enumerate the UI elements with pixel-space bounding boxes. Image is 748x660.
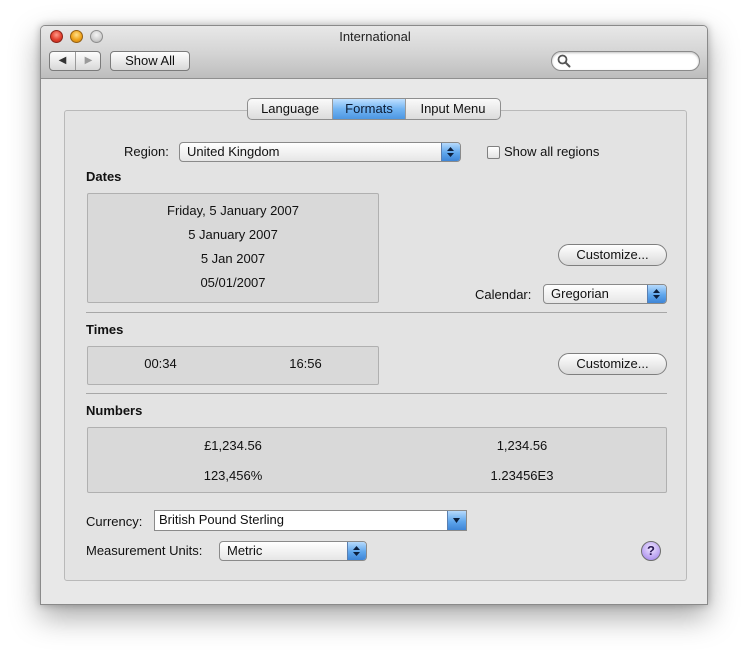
times-heading: Times bbox=[86, 322, 124, 337]
calendar-label: Calendar: bbox=[475, 287, 532, 302]
popup-arrows-icon bbox=[441, 143, 460, 161]
forward-button[interactable]: ▶ bbox=[76, 52, 101, 70]
forward-arrow-icon: ▶ bbox=[84, 55, 93, 66]
date-sample-full: Friday, 5 January 2007 bbox=[167, 203, 299, 218]
divider bbox=[86, 312, 667, 313]
calendar-popup[interactable]: Gregorian bbox=[543, 284, 667, 304]
dates-sample-box: Friday, 5 January 2007 5 January 2007 5 … bbox=[87, 193, 379, 303]
search-field[interactable] bbox=[551, 51, 700, 71]
number-sample-decimal: 1,234.56 bbox=[496, 438, 548, 453]
preferences-window: International ◀ ▶ Show All Language Form… bbox=[40, 25, 708, 605]
number-sample-percent: 123,456% bbox=[203, 468, 263, 483]
back-forward-control: ◀ ▶ bbox=[49, 51, 101, 71]
calendar-value: Gregorian bbox=[551, 286, 609, 301]
region-label: Region: bbox=[124, 144, 169, 159]
window-title: International bbox=[339, 29, 411, 44]
number-sample-scientific: 1.23456E3 bbox=[490, 468, 554, 483]
date-sample-long: 5 January 2007 bbox=[188, 227, 278, 242]
times-customize-button[interactable]: Customize... bbox=[558, 353, 667, 375]
tab-formats[interactable]: Formats bbox=[332, 99, 405, 119]
times-sample-box: 00:34 16:56 bbox=[87, 346, 379, 385]
divider bbox=[86, 393, 667, 394]
number-sample-currency: £1,234.56 bbox=[204, 438, 262, 453]
tab-language[interactable]: Language bbox=[248, 99, 332, 119]
date-sample-short: 05/01/2007 bbox=[200, 275, 266, 290]
help-button[interactable]: ? bbox=[641, 541, 661, 561]
measurement-units-value: Metric bbox=[227, 543, 263, 558]
numbers-sample-box: £1,234.56 1,234.56 123,456% 1.23456E3 bbox=[87, 427, 667, 493]
measurement-units-popup[interactable]: Metric bbox=[219, 541, 367, 561]
back-arrow-icon: ◀ bbox=[58, 55, 67, 66]
search-icon bbox=[557, 54, 571, 68]
tab-bar: Language Formats Input Menu bbox=[247, 98, 501, 120]
region-popup[interactable]: United Kingdom bbox=[179, 142, 461, 162]
currency-label: Currency: bbox=[86, 514, 143, 529]
popup-arrows-icon bbox=[347, 542, 366, 560]
combo-arrow-icon[interactable] bbox=[447, 511, 466, 530]
tab-input-menu[interactable]: Input Menu bbox=[405, 99, 500, 119]
measurement-units-label: Measurement Units: bbox=[86, 543, 203, 558]
currency-combo[interactable]: British Pound Sterling bbox=[154, 510, 467, 531]
time-sample-short: 00:34 bbox=[144, 356, 177, 371]
date-sample-medium: 5 Jan 2007 bbox=[200, 251, 266, 266]
dates-heading: Dates bbox=[86, 169, 122, 184]
region-value: United Kingdom bbox=[187, 144, 280, 159]
popup-arrows-icon bbox=[647, 285, 666, 303]
dates-customize-button[interactable]: Customize... bbox=[558, 244, 667, 266]
title-bar[interactable]: International ◀ ▶ Show All bbox=[41, 26, 707, 79]
currency-value: British Pound Sterling bbox=[159, 512, 285, 527]
show-all-regions-checkbox[interactable] bbox=[487, 146, 500, 159]
show-all-button[interactable]: Show All bbox=[110, 51, 190, 71]
back-button[interactable]: ◀ bbox=[50, 52, 76, 70]
time-sample-long: 16:56 bbox=[289, 356, 322, 371]
help-icon: ? bbox=[647, 543, 655, 558]
show-all-regions-label: Show all regions bbox=[504, 144, 600, 159]
numbers-heading: Numbers bbox=[86, 403, 143, 418]
